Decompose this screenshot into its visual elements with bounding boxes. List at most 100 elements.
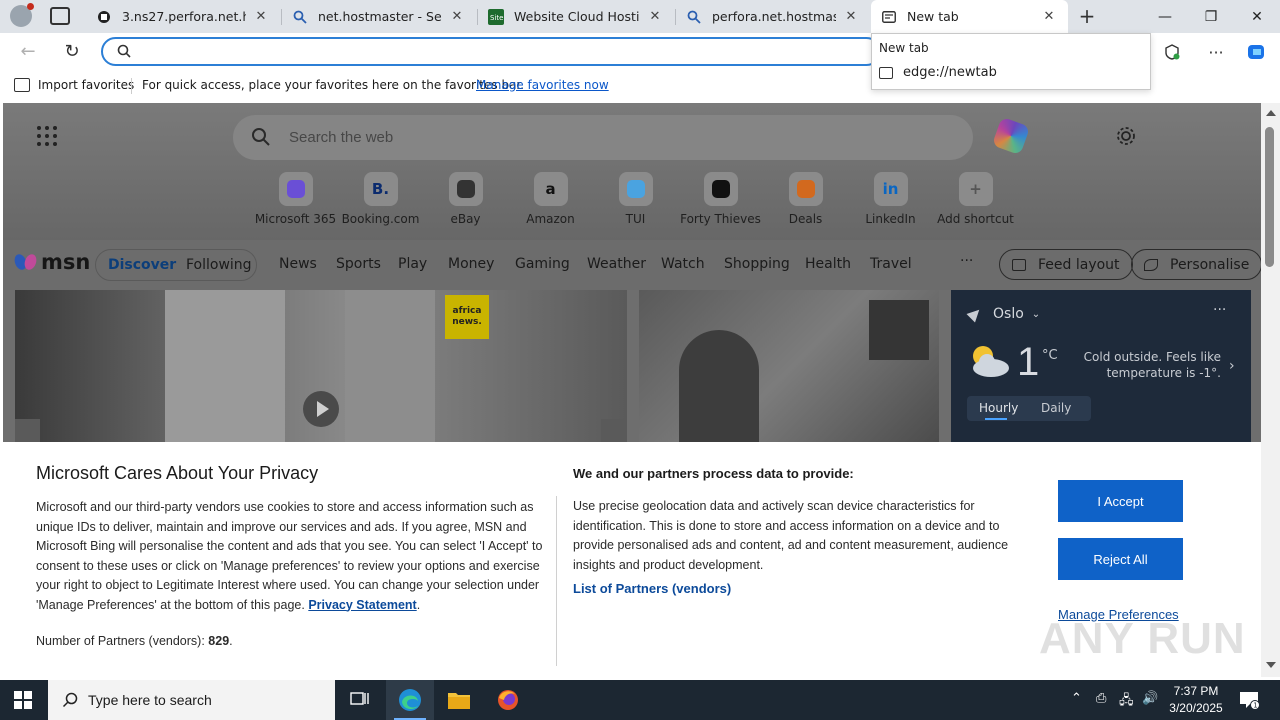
- personalise-button[interactable]: Personalise: [1131, 249, 1261, 280]
- web-search-box[interactable]: [233, 115, 973, 160]
- volume-icon[interactable]: 🔊: [1142, 691, 1158, 706]
- weather-location[interactable]: Oslo ⌄: [966, 305, 1040, 323]
- nav-travel[interactable]: Travel: [870, 256, 912, 272]
- address-bar[interactable]: [101, 37, 881, 66]
- plus-icon: +: [958, 172, 993, 206]
- image-region: [679, 330, 759, 450]
- m365-icon: [278, 172, 313, 206]
- chevron-right-icon[interactable]: ›: [1229, 358, 1235, 374]
- profile-avatar[interactable]: [10, 3, 34, 27]
- accept-button[interactable]: I Accept: [1058, 480, 1183, 522]
- close-tab-icon[interactable]: ✕: [842, 9, 860, 24]
- restore-button[interactable]: ❐: [1188, 0, 1234, 33]
- reject-all-button[interactable]: Reject All: [1058, 538, 1183, 580]
- tab-3[interactable]: Site Website Cloud Hosting f ✕: [478, 0, 674, 33]
- taskbar-search[interactable]: Type here to search: [48, 680, 335, 720]
- browser-essentials-icon[interactable]: [1161, 41, 1183, 63]
- shortcut-linkedin[interactable]: in LinkedIn: [848, 172, 933, 226]
- nav-gaming[interactable]: Gaming: [515, 256, 570, 272]
- firefox-icon[interactable]: [484, 680, 532, 720]
- search-icon: [117, 44, 131, 58]
- shortcut-deals[interactable]: Deals: [763, 172, 848, 226]
- tab-5-active[interactable]: New tab ✕: [871, 0, 1068, 33]
- tab-4[interactable]: perfora.net.hostmaster - ✕: [676, 0, 870, 33]
- shortcut-tui[interactable]: TUI: [593, 172, 678, 226]
- news-video-card[interactable]: africa news.: [15, 290, 627, 450]
- more-menu-icon[interactable]: ···: [1205, 41, 1227, 63]
- privacy-statement-link[interactable]: Privacy Statement: [308, 598, 416, 612]
- msn-logo-text: msn: [41, 250, 91, 274]
- refresh-button[interactable]: ↻: [61, 41, 83, 63]
- close-window-button[interactable]: ✕: [1234, 0, 1280, 33]
- gear-icon[interactable]: [1115, 125, 1137, 147]
- file-explorer-icon[interactable]: [435, 680, 483, 720]
- tui-icon: [618, 172, 653, 206]
- minimize-button[interactable]: —: [1142, 0, 1188, 33]
- nav-news[interactable]: News: [279, 256, 317, 272]
- feed-layout-button[interactable]: Feed layout: [999, 249, 1133, 280]
- scroll-thumb[interactable]: [1265, 127, 1274, 267]
- address-input[interactable]: [143, 42, 843, 62]
- back-button[interactable]: ←: [17, 41, 39, 63]
- weather-card[interactable]: Oslo ⌄ ··· 1 °C Cold outside. Feels like…: [951, 290, 1251, 450]
- tab-title: New tab: [907, 9, 959, 24]
- shortcut-booking-com[interactable]: B. Booking.com: [338, 172, 423, 226]
- system-clock[interactable]: 7:37 PM 3/20/2025: [1164, 683, 1228, 717]
- manage-favorites-link[interactable]: Manage favorites now: [476, 78, 609, 92]
- play-icon[interactable]: [303, 391, 339, 427]
- task-view-icon[interactable]: [336, 680, 384, 720]
- tab-hourly[interactable]: Hourly: [979, 401, 1018, 415]
- copilot-icon[interactable]: [991, 116, 1031, 156]
- copilot-icon[interactable]: [1246, 41, 1268, 63]
- device-icon[interactable]: ⎙: [1096, 691, 1106, 706]
- shortcut-forty-thieves[interactable]: Forty Thieves: [678, 172, 763, 226]
- edge-taskbar-icon[interactable]: [386, 680, 434, 720]
- scroll-down-icon[interactable]: [1266, 662, 1276, 668]
- web-search-input[interactable]: [289, 126, 889, 148]
- page-scrollbar[interactable]: [1261, 103, 1280, 677]
- chevron-up-icon[interactable]: ⌃: [1071, 691, 1082, 706]
- newtab-icon: [879, 66, 893, 79]
- nav-shopping[interactable]: Shopping: [724, 256, 790, 272]
- nav-health[interactable]: Health: [805, 256, 851, 272]
- nav-weather[interactable]: Weather: [587, 256, 646, 272]
- nav-sports[interactable]: Sports: [336, 256, 381, 272]
- network-icon[interactable]: 🖧: [1119, 691, 1134, 713]
- dropdown-suggestion[interactable]: edge://newtab: [879, 65, 997, 80]
- windows-start-icon[interactable]: [14, 691, 32, 709]
- scroll-up-icon[interactable]: [1266, 110, 1276, 116]
- nav-money[interactable]: Money: [448, 256, 494, 272]
- taskbar: Type here to search ⌃ ⎙ 🖧 🔊 7:37 PM 3/20…: [0, 680, 1280, 720]
- partners-count-value: 829: [208, 634, 230, 648]
- temperature-unit: °C: [1042, 348, 1058, 363]
- tab-following[interactable]: Following: [186, 257, 252, 273]
- tab-title: perfora.net.hostmaster -: [712, 9, 836, 24]
- close-tab-icon[interactable]: ✕: [252, 9, 270, 24]
- close-tab-icon[interactable]: ✕: [1040, 9, 1058, 24]
- tab-daily[interactable]: Daily: [1041, 401, 1071, 415]
- msn-logo[interactable]: msn: [15, 250, 90, 274]
- new-tab-button[interactable]: +: [1076, 5, 1098, 27]
- partners-list-link[interactable]: List of Partners (vendors): [573, 581, 731, 596]
- tab-actions-icon[interactable]: [50, 7, 70, 25]
- divider: [131, 78, 132, 94]
- more-nav-icon[interactable]: ···: [960, 253, 973, 269]
- anyrun-watermark: ANY RUN: [1039, 614, 1246, 663]
- import-favorites-button[interactable]: Import favorites: [14, 78, 134, 92]
- tab-2[interactable]: net.hostmaster - Search ✕: [282, 0, 476, 33]
- notification-icon[interactable]: 1: [1238, 689, 1260, 711]
- tab-1[interactable]: 3.ns27.perfora.net.hostm ✕: [86, 0, 280, 33]
- weather-more-icon[interactable]: ···: [1213, 302, 1226, 318]
- shortcut-add-shortcut[interactable]: + Add shortcut: [933, 172, 1018, 226]
- nav-play[interactable]: Play: [398, 256, 427, 272]
- search-icon: [252, 128, 270, 146]
- news-image-card[interactable]: [639, 290, 939, 450]
- tab-discover[interactable]: Discover: [108, 257, 176, 273]
- app-launcher-icon[interactable]: [37, 126, 57, 146]
- close-tab-icon[interactable]: ✕: [448, 9, 466, 24]
- shortcut-ebay[interactable]: eBay: [423, 172, 508, 226]
- close-tab-icon[interactable]: ✕: [646, 9, 664, 24]
- nav-watch[interactable]: Watch: [661, 256, 705, 272]
- shortcut-amazon[interactable]: a Amazon: [508, 172, 593, 226]
- shortcut-microsoft-365[interactable]: Microsoft 365: [253, 172, 338, 226]
